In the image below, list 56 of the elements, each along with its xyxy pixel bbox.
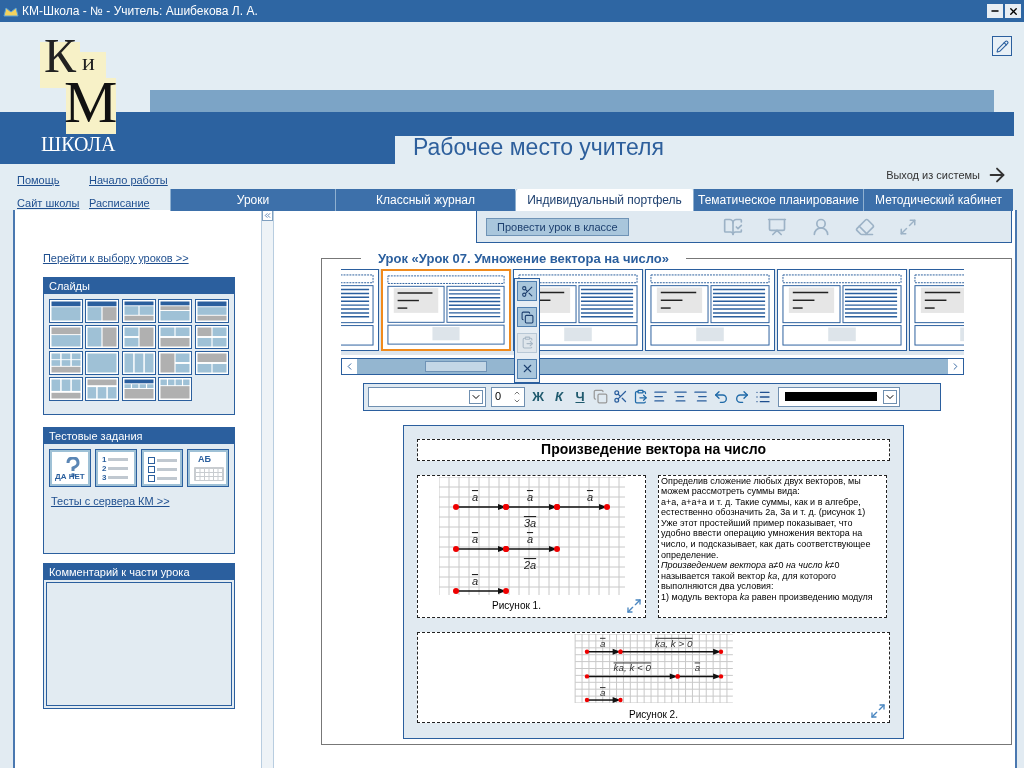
vector-label: a — [471, 532, 478, 545]
page-title: Рабочее место учителя — [413, 133, 664, 162]
paragraph: a+a, a+a+a и т. д. Такие суммы, как и в алгебре, естественно обозначить 2a, 3a и т. д. (рисунок 1) — [661, 496, 867, 518]
header-link[interactable]: Помощь — [17, 172, 89, 189]
size-spinner[interactable]: 0 — [491, 386, 526, 407]
tab[interactable]: Уроки — [170, 189, 335, 211]
number-mark: 2 — [101, 464, 107, 473]
logo-wordmark: ШКОЛА — [40, 134, 117, 154]
tab[interactable]: Тематическое планирование — [693, 189, 863, 211]
vector-label: ka, k < 0 — [613, 661, 651, 673]
vector-label: a — [599, 637, 605, 649]
bold-button[interactable]: Ж — [530, 386, 547, 407]
test-type-button[interactable]: АБ — [186, 448, 229, 487]
figure-caption: Рисунок 1. — [492, 598, 541, 613]
figure-caption: Рисунок 2. — [629, 707, 678, 722]
test-type-button[interactable]: ДА НЕТ — [48, 448, 91, 487]
paragraph: 1) модуль вектора ka равен произведению модуля — [661, 592, 874, 603]
panel-header: Слайды — [43, 277, 235, 294]
vector-label: a — [471, 490, 478, 503]
vector-label: a — [694, 661, 700, 673]
test-type-button[interactable]: 1 2 3 — [94, 448, 137, 487]
paragraph: Определив сложение любых двух векторов, мы можем рассмотреть суммы вида: — [661, 475, 862, 497]
slide-title[interactable]: Произведение вектора на число — [417, 438, 891, 461]
figure-block[interactable]: a ka, k > 0 ka, k < 0 a a Рисунок 2. — [417, 631, 891, 723]
number-mark: 3 — [101, 473, 107, 482]
yes-no-label: ДА НЕТ — [54, 472, 85, 481]
vector-label: a — [471, 574, 478, 587]
paragraph: Произведением вектора a≠0 на число k≠0 называется такой вектор ka, для которого выполняются два условия: — [661, 560, 841, 593]
vector-label: a — [599, 686, 605, 698]
vector-label: a — [526, 490, 533, 503]
panel-header: Тестовые задания — [43, 427, 235, 444]
header-link[interactable]: Сайт школы — [17, 194, 89, 211]
tab[interactable]: Методический кабинет — [863, 189, 1013, 211]
vector-label: 3a — [523, 516, 536, 529]
paragraph: Уже этот простейший пример показывает, что удобно ввести операцию умножения вектора на число, и подсказывает, как дать соответствующее определение. — [661, 517, 872, 561]
exit-link[interactable]: Выход из системы — [886, 166, 980, 184]
vector-label: a — [526, 532, 533, 545]
vector-label: 2a — [523, 558, 536, 571]
run-lesson-button[interactable]: Провести урок в классе — [486, 217, 629, 236]
vector-label: a — [586, 490, 593, 503]
header-link[interactable]: Расписание — [89, 194, 170, 211]
underline-button[interactable]: Ч — [572, 386, 589, 407]
tests-link[interactable]: Тесты с сервера КМ >> — [50, 494, 170, 507]
logo-letter: и — [82, 50, 95, 74]
lessons-link[interactable]: Перейти к выбору уроков >> — [42, 250, 236, 267]
window-title: КМ-Школа - № - Учитель: Ашибекова Л. А. — [22, 3, 258, 20]
italic-button[interactable]: К — [551, 386, 568, 407]
figure-block[interactable]: a a a 3a a a 2a a Рисунок 1. — [417, 474, 647, 618]
header-link[interactable]: Начало работы — [89, 172, 170, 189]
lesson-title: Урок «Урок 07. Умножение вектора на число» — [377, 250, 670, 268]
letters-label: АБ — [197, 454, 211, 464]
vector-label: ka, k > 0 — [654, 637, 692, 649]
tab[interactable]: Классный журнал — [335, 189, 515, 211]
tab[interactable]: Индивидуальный портфель — [515, 189, 693, 211]
number-mark: 1 — [101, 455, 107, 464]
panel-header: Комментарий к части урока — [43, 563, 235, 580]
